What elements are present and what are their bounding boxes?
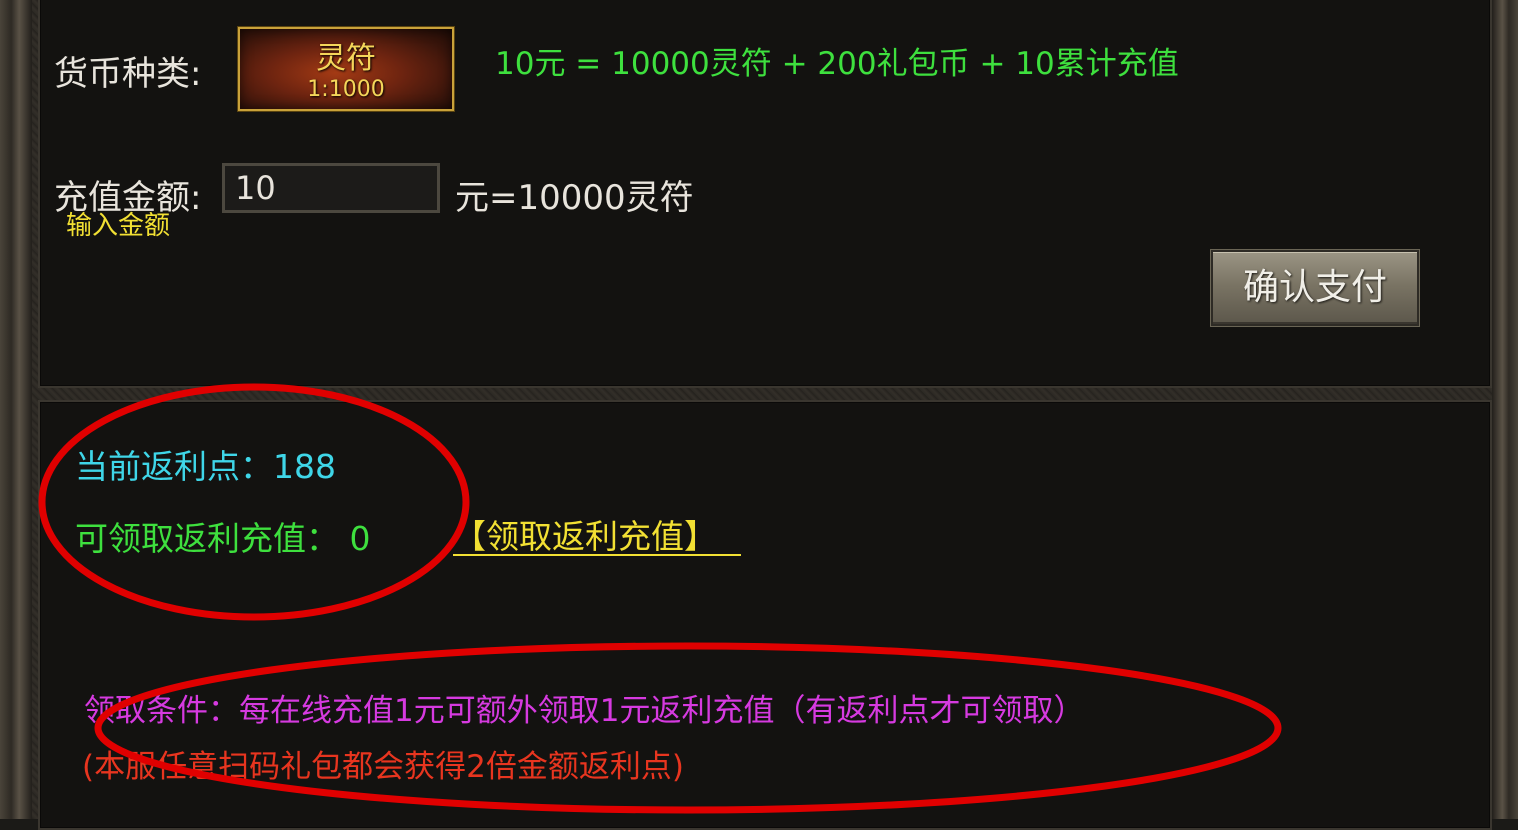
claimable-rebate: 可领取返利充值： 0 [75, 519, 371, 558]
currency-type-label: 货币种类: [54, 54, 202, 94]
frame-border-left [0, 0, 32, 819]
amount-hint: 输入金额 [66, 211, 171, 241]
currency-option-name: 灵符 [316, 41, 376, 76]
window-frame: 货币种类: 灵符 1:1000 10元 = 10000灵符 + 200礼包币 +… [0, 0, 1518, 830]
currency-option-ratio: 1:1000 [307, 77, 385, 102]
rebate-double-note: (本服任意扫码礼包都会获得2倍金额返利点) [82, 749, 684, 785]
recharge-amount-input[interactable] [222, 163, 440, 213]
recharge-result-text: 元=10000灵符 [455, 178, 694, 218]
conversion-note: 10元 = 10000灵符 + 200礼包币 + 10累计充值 [495, 46, 1179, 82]
currency-option-lingfu[interactable]: 灵符 1:1000 [238, 27, 454, 111]
current-rebate-points: 当前返利点：188 [75, 447, 336, 486]
frame-border-right [1492, 0, 1518, 819]
claim-conditions: 领取条件：每在线充值1元可额外领取1元返利充值（有返利点才可领取） [84, 693, 1085, 729]
confirm-payment-button[interactable]: 确认支付 [1211, 250, 1419, 326]
claim-rebate-link[interactable]: 【领取返利充值】 [453, 510, 741, 556]
